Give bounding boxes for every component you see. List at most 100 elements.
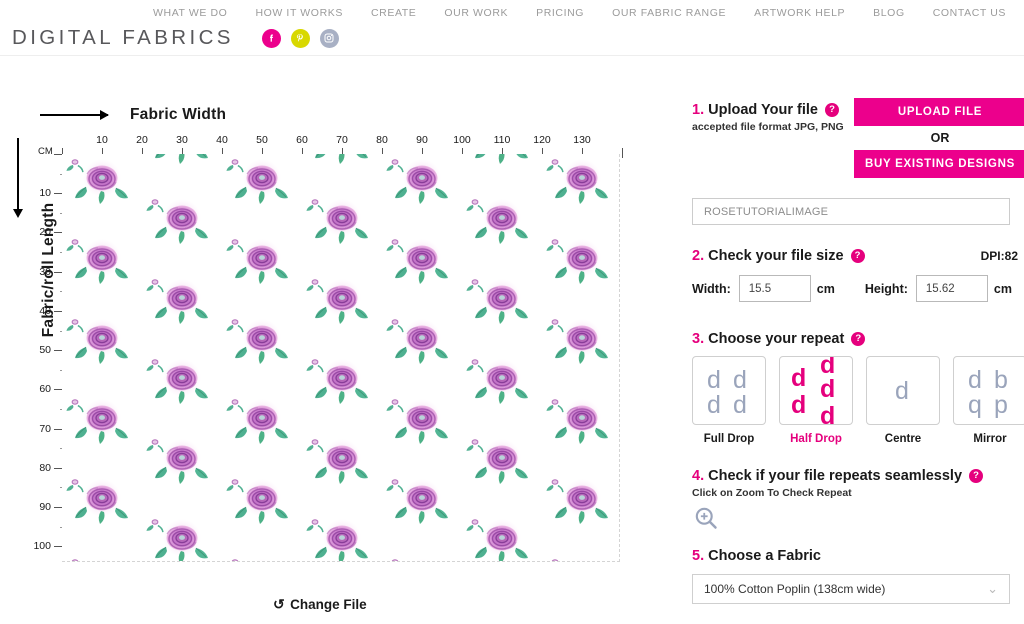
step-4-title: Check if your file repeats seamlessly: [708, 468, 963, 484]
ruler-tick-label: 40: [216, 134, 228, 146]
step-1-heading: 1. Upload Your file ?: [692, 102, 852, 118]
half-drop-icon: d d d d d: [779, 356, 853, 425]
step-3-title: Choose your repeat: [708, 331, 845, 347]
mirror-icon: d b q p: [953, 356, 1024, 425]
ruler-tick-label: 60: [296, 134, 308, 146]
fabric-width-label: Fabric Width: [130, 106, 227, 123]
nav-item-pricing[interactable]: PRICING: [536, 7, 584, 19]
help-icon[interactable]: ?: [969, 469, 984, 483]
repeat-option-full-drop[interactable]: d d d d Full Drop: [692, 356, 766, 445]
step-2-title: Check your file size: [708, 248, 844, 264]
nav-item-our-fabric-range[interactable]: OUR FABRIC RANGE: [612, 7, 726, 19]
step-2-file-size: 2. Check your file size ? DPI:82 Width: …: [692, 248, 1024, 302]
ruler-tick-label: 60: [39, 383, 51, 396]
ruler-tick-label: 50: [256, 134, 268, 146]
change-file-button[interactable]: ↻ Change File: [0, 596, 640, 613]
repeat-option-half-drop[interactable]: d d d d d Half Drop: [779, 356, 853, 445]
step-3-repeat: 3. Choose your repeat ? d d d d Full Dro…: [692, 331, 1024, 445]
repeat-label-centre: Centre: [884, 433, 922, 445]
height-input[interactable]: [915, 275, 988, 302]
nav-item-blog[interactable]: BLOG: [873, 7, 905, 19]
ruler-tick-label: 110: [493, 134, 511, 146]
width-label: Width:: [692, 281, 731, 296]
step-2-heading: 2. Check your file size ?: [692, 248, 1024, 264]
ruler-tick-label: 30: [39, 265, 51, 278]
full-drop-icon: d d d d: [692, 356, 766, 425]
nav-item-how-it-works[interactable]: HOW IT WORKS: [255, 7, 343, 19]
ruler-tick-label: 100: [453, 134, 471, 146]
ruler-tick-label: 10: [96, 134, 108, 146]
options-side-panel: 1. Upload Your file ? accepted file form…: [684, 56, 1024, 624]
help-icon[interactable]: ?: [851, 332, 866, 346]
chevron-down-icon: ⌄: [987, 581, 998, 596]
site-logo[interactable]: DIGITAL FABRICS: [12, 26, 234, 50]
ruler-tick-label: 80: [39, 461, 51, 474]
dpi-readout: DPI:82: [980, 249, 1018, 263]
repeat-option-centre[interactable]: d Centre: [866, 356, 940, 445]
ruler-tick-label: 30: [176, 134, 188, 146]
centre-icon: d: [866, 356, 940, 425]
ruler-tick: [622, 148, 623, 158]
ruler-tick-label: 80: [376, 134, 388, 146]
step-5-heading: 5. Choose a Fabric: [692, 548, 1024, 564]
help-icon[interactable]: ?: [824, 103, 839, 117]
fabric-select-value: 100% Cotton Poplin (138cm wide): [704, 582, 886, 596]
nav-item-contact-us[interactable]: CONTACT US: [933, 7, 1006, 19]
repeat-label-half-drop: Half Drop: [790, 433, 842, 445]
step-5-title: Choose a Fabric: [708, 548, 821, 564]
repeat-label-full-drop: Full Drop: [703, 433, 755, 445]
zoom-in-icon[interactable]: [693, 505, 720, 537]
step-1-actions: UPLOAD FILE OR BUY EXISTING DESIGNS: [854, 98, 1024, 178]
step-1-text: 1. Upload Your file ? accepted file form…: [692, 102, 852, 133]
repeat-label-mirror: Mirror: [973, 433, 1007, 445]
buy-existing-designs-button[interactable]: BUY EXISTING DESIGNS: [854, 150, 1024, 178]
fabric-preview-area[interactable]: [62, 154, 620, 562]
arrow-right-icon: [40, 110, 109, 120]
help-icon[interactable]: ?: [850, 249, 865, 263]
width-input[interactable]: [738, 275, 811, 302]
ruler-tick-label: 70: [336, 134, 348, 146]
repeat-options: d d d d Full Drop d d d d d Half Drop d …: [692, 356, 1024, 445]
ruler-tick-label: 100: [33, 540, 51, 553]
step-4-seamless-check: 4. Check if your file repeats seamlessly…: [692, 468, 1024, 529]
width-unit: cm: [816, 281, 835, 296]
refresh-icon: ↻: [273, 596, 286, 612]
ruler-tick-label: 90: [416, 134, 428, 146]
nav-item-artwork-help[interactable]: ARTWORK HELP: [754, 7, 845, 19]
step-4-heading: 4. Check if your file repeats seamlessly…: [692, 468, 1024, 484]
brand-row: DIGITAL FABRICS: [12, 26, 339, 50]
size-fields-row: Width: cm Height: cm: [692, 275, 1024, 302]
fabric-select[interactable]: 100% Cotton Poplin (138cm wide) ⌄: [692, 574, 1010, 604]
ruler-tick-label: 10: [39, 187, 51, 200]
nav-item-create[interactable]: CREATE: [371, 7, 416, 19]
step-1-number: 1.: [692, 102, 705, 118]
step-5-fabric: 5. Choose a Fabric 100% Cotton Poplin (1…: [692, 548, 1024, 604]
pinterest-icon[interactable]: [290, 28, 310, 48]
height-unit: cm: [993, 281, 1012, 296]
ruler-tick-label: 120: [533, 134, 551, 146]
facebook-icon[interactable]: [261, 28, 281, 48]
step-1-note: accepted file format JPG, PNG: [692, 121, 844, 133]
fabric-pattern: [62, 154, 619, 561]
top-navigation: WHAT WE DO HOW IT WORKS CREATE OUR WORK PRIC…: [0, 7, 1024, 19]
repeat-option-mirror[interactable]: d b q p Mirror: [953, 356, 1024, 445]
step-4-note: Click on Zoom To Check Repeat: [692, 487, 852, 499]
or-separator: OR: [930, 131, 950, 145]
upload-file-button[interactable]: UPLOAD FILE: [854, 98, 1024, 126]
nav-item-our-work[interactable]: OUR WORK: [444, 7, 508, 19]
ruler-tick-label: 70: [39, 422, 51, 435]
change-file-label: Change File: [290, 597, 367, 612]
nav-item-what-we-do[interactable]: WHAT WE DO: [153, 7, 227, 19]
step-1-title: Upload Your file: [708, 102, 818, 118]
arrow-down-icon: [13, 138, 23, 218]
design-canvas-panel: Fabric Width Fabric/roll Length CM 10 20 3…: [0, 56, 680, 624]
step-4-number: 4.: [692, 468, 705, 484]
filename-input[interactable]: [692, 198, 1010, 225]
instagram-icon[interactable]: [319, 28, 339, 48]
site-header: WHAT WE DO HOW IT WORKS CREATE OUR WORK PRIC…: [0, 0, 1024, 56]
ruler-tick-label: 50: [39, 344, 51, 357]
height-label: Height:: [864, 281, 908, 296]
ruler-tick-label: 130: [573, 134, 591, 146]
step-3-number: 3.: [692, 331, 705, 347]
ruler-tick-label: 20: [39, 226, 51, 239]
